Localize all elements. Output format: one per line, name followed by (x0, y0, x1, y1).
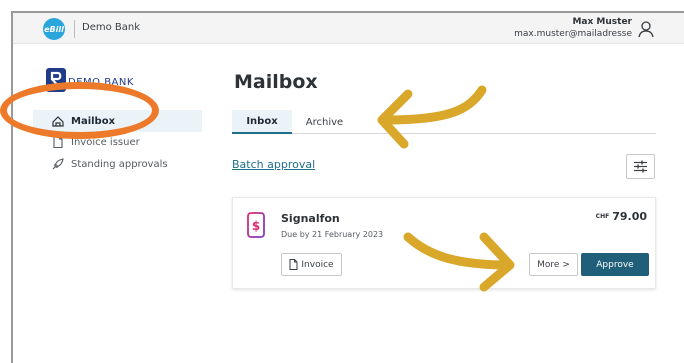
app-window: eBill Demo Bank Max Muster max.muster@ma… (11, 11, 684, 363)
currency-label: CHF (595, 213, 610, 220)
batch-approval-link[interactable]: Batch approval (232, 158, 315, 171)
user-name: Max Muster (572, 17, 632, 27)
top-bar: eBill Demo Bank Max Muster max.muster@ma… (13, 13, 684, 44)
sidebar-item-standing-approvals[interactable]: Standing approvals (33, 153, 168, 175)
tab-inbox[interactable]: Inbox (232, 110, 292, 134)
demo-bank-logo-icon (46, 68, 66, 92)
invoice-issuer-name: Signalfon (281, 212, 340, 225)
filter-button[interactable] (626, 154, 655, 179)
signalfon-logo-icon: $ (247, 212, 265, 238)
document-icon (53, 135, 63, 149)
ebill-logo[interactable]: eBill (43, 18, 65, 40)
sidebar-item-label: Mailbox (71, 115, 116, 127)
approve-button[interactable]: Approve (581, 253, 649, 276)
invoice-card[interactable]: $ Signalfon Due by 21 February 2023 CHF 7… (232, 197, 656, 289)
sidebar-item-mailbox[interactable]: Mailbox (33, 110, 202, 132)
amount-value: 79.00 (612, 210, 647, 223)
user-icon[interactable] (638, 20, 654, 38)
page-title: Mailbox (234, 71, 318, 93)
document-icon (289, 259, 298, 270)
invoice-pdf-button[interactable]: Invoice (281, 253, 342, 276)
sidebar-item-label: Standing approvals (71, 158, 168, 170)
svg-text:$: $ (252, 219, 260, 233)
tab-bar: Inbox Archive (232, 110, 656, 134)
sidebar-item-invoice-issuer[interactable]: Invoice issuer (33, 131, 140, 153)
more-button[interactable]: More > (529, 253, 578, 276)
user-email: max.muster@mailadresse (514, 29, 632, 39)
invoice-due-date: Due by 21 February 2023 (281, 230, 384, 239)
invoice-amount: CHF 79.00 (596, 210, 647, 223)
rocket-icon (52, 158, 64, 170)
sliders-icon (634, 160, 647, 173)
bank-name: Demo Bank (82, 22, 141, 33)
mailbox-icon (52, 116, 64, 127)
topbar-divider (74, 20, 75, 38)
invoice-button-label: Invoice (301, 259, 334, 270)
sidebar-item-label: Invoice issuer (71, 136, 140, 148)
tab-archive[interactable]: Archive (297, 110, 352, 134)
demo-bank-logo-text: DEMO BANK (68, 77, 134, 88)
